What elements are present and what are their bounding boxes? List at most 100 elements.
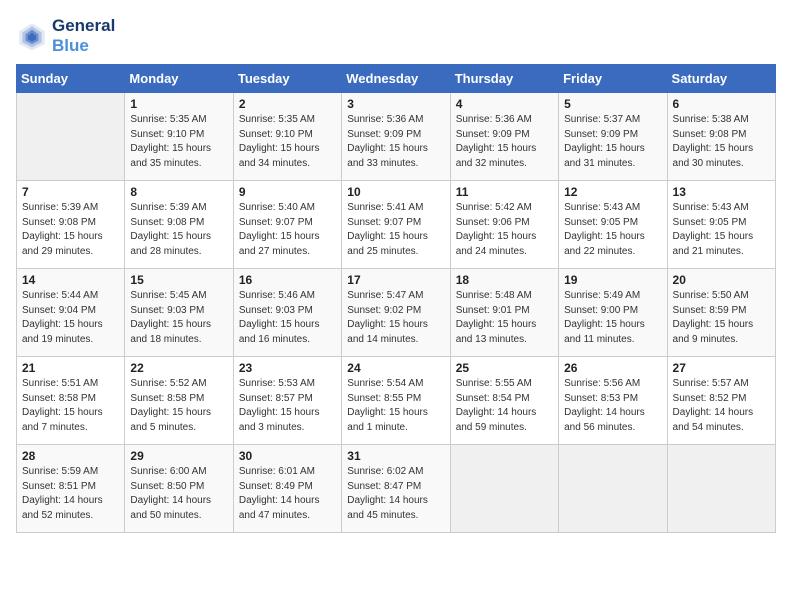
- day-number: 29: [130, 449, 227, 463]
- day-info: Sunrise: 5:45 AM Sunset: 9:03 PM Dayligh…: [130, 289, 227, 347]
- weekday-header-tuesday: Tuesday: [233, 65, 341, 93]
- day-number: 26: [564, 361, 661, 375]
- day-number: 18: [456, 273, 553, 287]
- day-info: Sunrise: 5:54 AM Sunset: 8:55 PM Dayligh…: [347, 377, 444, 435]
- day-number: 28: [22, 449, 119, 463]
- weekday-header-friday: Friday: [559, 65, 667, 93]
- weekday-header-thursday: Thursday: [450, 65, 558, 93]
- day-info: Sunrise: 5:44 AM Sunset: 9:04 PM Dayligh…: [22, 289, 119, 347]
- day-info: Sunrise: 5:52 AM Sunset: 8:58 PM Dayligh…: [130, 377, 227, 435]
- day-info: Sunrise: 5:56 AM Sunset: 8:53 PM Dayligh…: [564, 377, 661, 435]
- day-number: 8: [130, 185, 227, 199]
- calendar-cell: [17, 93, 125, 181]
- day-number: 1: [130, 97, 227, 111]
- day-number: 14: [22, 273, 119, 287]
- day-info: Sunrise: 5:47 AM Sunset: 9:02 PM Dayligh…: [347, 289, 444, 347]
- calendar-cell: 18 Sunrise: 5:48 AM Sunset: 9:01 PM Dayli…: [450, 269, 558, 357]
- calendar-cell: 27 Sunrise: 5:57 AM Sunset: 8:52 PM Dayli…: [667, 357, 775, 445]
- day-number: 6: [673, 97, 770, 111]
- day-number: 30: [239, 449, 336, 463]
- calendar-cell: 14 Sunrise: 5:44 AM Sunset: 9:04 PM Dayli…: [17, 269, 125, 357]
- day-number: 3: [347, 97, 444, 111]
- day-info: Sunrise: 5:35 AM Sunset: 9:10 PM Dayligh…: [130, 113, 227, 171]
- calendar-week-row: 21Sunrise: 5:51 AM Sunset: 8:58 PM Dayli…: [17, 357, 776, 445]
- calendar-header: SundayMondayTuesdayWednesdayThursdayFrid…: [17, 65, 776, 93]
- weekday-header-row: SundayMondayTuesdayWednesdayThursdayFrid…: [17, 65, 776, 93]
- calendar-cell: [450, 445, 558, 533]
- weekday-header-saturday: Saturday: [667, 65, 775, 93]
- day-number: 24: [347, 361, 444, 375]
- calendar-cell: 24 Sunrise: 5:54 AM Sunset: 8:55 PM Dayli…: [342, 357, 450, 445]
- calendar-cell: 19 Sunrise: 5:49 AM Sunset: 9:00 PM Dayli…: [559, 269, 667, 357]
- calendar-cell: 5 Sunrise: 5:37 AM Sunset: 9:09 PM Daylig…: [559, 93, 667, 181]
- calendar-cell: 26 Sunrise: 5:56 AM Sunset: 8:53 PM Dayli…: [559, 357, 667, 445]
- calendar-cell: 17 Sunrise: 5:47 AM Sunset: 9:02 PM Dayli…: [342, 269, 450, 357]
- calendar-cell: 4 Sunrise: 5:36 AM Sunset: 9:09 PM Daylig…: [450, 93, 558, 181]
- calendar-cell: 23 Sunrise: 5:53 AM Sunset: 8:57 PM Dayli…: [233, 357, 341, 445]
- calendar-cell: 2 Sunrise: 5:35 AM Sunset: 9:10 PM Daylig…: [233, 93, 341, 181]
- calendar-cell: 12 Sunrise: 5:43 AM Sunset: 9:05 PM Dayli…: [559, 181, 667, 269]
- day-info: Sunrise: 5:53 AM Sunset: 8:57 PM Dayligh…: [239, 377, 336, 435]
- day-info: Sunrise: 5:59 AM Sunset: 8:51 PM Dayligh…: [22, 465, 119, 523]
- day-info: Sunrise: 5:38 AM Sunset: 9:08 PM Dayligh…: [673, 113, 770, 171]
- calendar-cell: 31 Sunrise: 6:02 AM Sunset: 8:47 PM Dayli…: [342, 445, 450, 533]
- day-info: Sunrise: 5:35 AM Sunset: 9:10 PM Dayligh…: [239, 113, 336, 171]
- calendar-cell: [667, 445, 775, 533]
- calendar-body: 1 Sunrise: 5:35 AM Sunset: 9:10 PM Daylig…: [17, 93, 776, 533]
- day-info: Sunrise: 5:39 AM Sunset: 9:08 PM Dayligh…: [130, 201, 227, 259]
- day-info: Sunrise: 5:42 AM Sunset: 9:06 PM Dayligh…: [456, 201, 553, 259]
- day-number: 27: [673, 361, 770, 375]
- day-info: Sunrise: 5:36 AM Sunset: 9:09 PM Dayligh…: [347, 113, 444, 171]
- day-info: Sunrise: 5:37 AM Sunset: 9:09 PM Dayligh…: [564, 113, 661, 171]
- day-number: 17: [347, 273, 444, 287]
- calendar-cell: 21Sunrise: 5:51 AM Sunset: 8:58 PM Dayli…: [17, 357, 125, 445]
- day-info: Sunrise: 5:50 AM Sunset: 8:59 PM Dayligh…: [673, 289, 770, 347]
- calendar-cell: 20Sunrise: 5:50 AM Sunset: 8:59 PM Dayli…: [667, 269, 775, 357]
- calendar-cell: 30Sunrise: 6:01 AM Sunset: 8:49 PM Dayli…: [233, 445, 341, 533]
- day-info: Sunrise: 6:02 AM Sunset: 8:47 PM Dayligh…: [347, 465, 444, 523]
- day-number: 2: [239, 97, 336, 111]
- day-number: 22: [130, 361, 227, 375]
- day-info: Sunrise: 5:57 AM Sunset: 8:52 PM Dayligh…: [673, 377, 770, 435]
- logo-icon: [16, 20, 48, 52]
- calendar-cell: 13 Sunrise: 5:43 AM Sunset: 9:05 PM Dayli…: [667, 181, 775, 269]
- calendar-cell: 6 Sunrise: 5:38 AM Sunset: 9:08 PM Daylig…: [667, 93, 775, 181]
- day-info: Sunrise: 5:46 AM Sunset: 9:03 PM Dayligh…: [239, 289, 336, 347]
- day-number: 13: [673, 185, 770, 199]
- day-number: 19: [564, 273, 661, 287]
- calendar-cell: 7 Sunrise: 5:39 AM Sunset: 9:08 PM Daylig…: [17, 181, 125, 269]
- day-number: 4: [456, 97, 553, 111]
- day-info: Sunrise: 5:48 AM Sunset: 9:01 PM Dayligh…: [456, 289, 553, 347]
- day-info: Sunrise: 5:39 AM Sunset: 9:08 PM Dayligh…: [22, 201, 119, 259]
- day-info: Sunrise: 5:55 AM Sunset: 8:54 PM Dayligh…: [456, 377, 553, 435]
- day-info: Sunrise: 5:49 AM Sunset: 9:00 PM Dayligh…: [564, 289, 661, 347]
- day-number: 5: [564, 97, 661, 111]
- day-info: Sunrise: 5:40 AM Sunset: 9:07 PM Dayligh…: [239, 201, 336, 259]
- calendar-week-row: 28 Sunrise: 5:59 AM Sunset: 8:51 PM Dayli…: [17, 445, 776, 533]
- day-number: 7: [22, 185, 119, 199]
- calendar-cell: 25 Sunrise: 5:55 AM Sunset: 8:54 PM Dayli…: [450, 357, 558, 445]
- day-info: Sunrise: 5:43 AM Sunset: 9:05 PM Dayligh…: [564, 201, 661, 259]
- calendar-cell: 29 Sunrise: 6:00 AM Sunset: 8:50 PM Dayli…: [125, 445, 233, 533]
- day-number: 15: [130, 273, 227, 287]
- day-number: 12: [564, 185, 661, 199]
- page-header: General Blue: [16, 16, 776, 56]
- day-number: 9: [239, 185, 336, 199]
- day-number: 23: [239, 361, 336, 375]
- calendar-cell: 28 Sunrise: 5:59 AM Sunset: 8:51 PM Dayli…: [17, 445, 125, 533]
- day-number: 25: [456, 361, 553, 375]
- calendar-cell: 10 Sunrise: 5:41 AM Sunset: 9:07 PM Dayli…: [342, 181, 450, 269]
- day-info: Sunrise: 5:36 AM Sunset: 9:09 PM Dayligh…: [456, 113, 553, 171]
- weekday-header-wednesday: Wednesday: [342, 65, 450, 93]
- day-number: 21: [22, 361, 119, 375]
- calendar-week-row: 7 Sunrise: 5:39 AM Sunset: 9:08 PM Daylig…: [17, 181, 776, 269]
- logo: General Blue: [16, 16, 115, 56]
- calendar-cell: 9 Sunrise: 5:40 AM Sunset: 9:07 PM Daylig…: [233, 181, 341, 269]
- day-number: 31: [347, 449, 444, 463]
- day-info: Sunrise: 5:43 AM Sunset: 9:05 PM Dayligh…: [673, 201, 770, 259]
- calendar-table: SundayMondayTuesdayWednesdayThursdayFrid…: [16, 64, 776, 533]
- day-info: Sunrise: 6:00 AM Sunset: 8:50 PM Dayligh…: [130, 465, 227, 523]
- logo-text: General Blue: [52, 16, 115, 56]
- day-info: Sunrise: 5:41 AM Sunset: 9:07 PM Dayligh…: [347, 201, 444, 259]
- day-number: 10: [347, 185, 444, 199]
